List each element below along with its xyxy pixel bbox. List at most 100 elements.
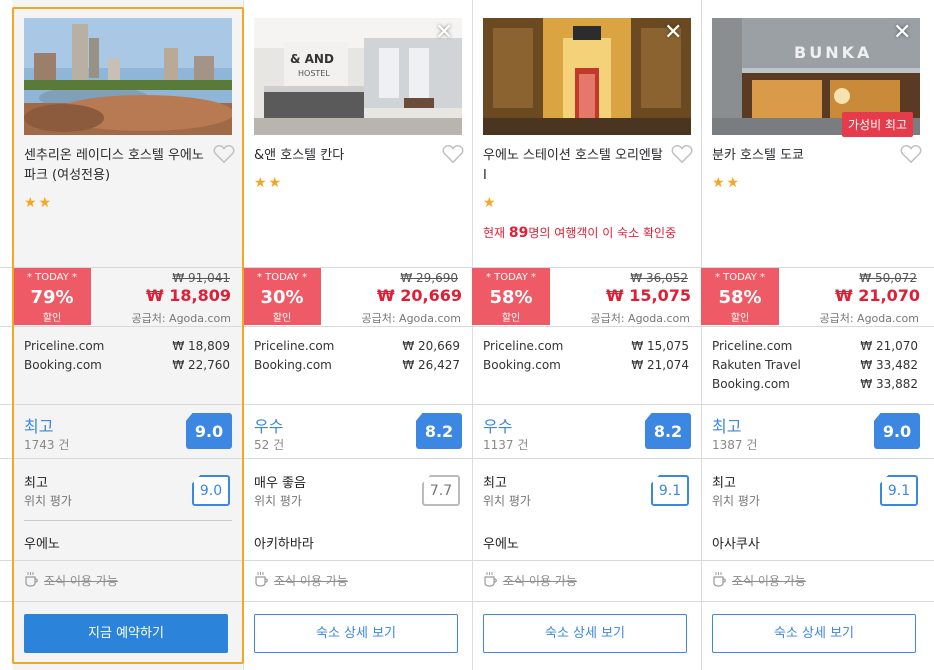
area-name: 우에노 (24, 537, 60, 552)
review-score: 9.0 (186, 413, 232, 449)
hotel-photo[interactable]: & AND HOSTEL (254, 18, 462, 135)
breakfast-available: 조식 이용 가능 (274, 574, 348, 588)
offer-site[interactable]: Priceline.com (24, 337, 104, 356)
review-count[interactable]: 1137 건 (483, 436, 528, 453)
svg-text:& AND: & AND (290, 52, 334, 66)
supplier-label: 공급처: Agoda.com (590, 312, 690, 325)
close-icon[interactable]: ✕ (664, 22, 682, 44)
discount-label: 할인 (501, 313, 521, 324)
hotel-photo[interactable] (24, 18, 232, 135)
review-rating-text: 우수 (254, 417, 284, 436)
deal-price[interactable]: ₩ 18,809 (91, 286, 231, 305)
location-rating-label: 위치 평가 (24, 494, 72, 508)
review-rating-text: 최고 (24, 417, 54, 436)
hotel-comparison-grid: 센추리온 레이디스 호스텔 우에노 파크 (여성전용) ★★ * TODAY *… (0, 0, 934, 670)
review-count[interactable]: 1743 건 (24, 436, 69, 453)
best-value-badge: 가성비 최고 (842, 112, 914, 137)
location-rating-label: 위치 평가 (712, 494, 760, 508)
breakfast-available: 조식 이용 가능 (503, 574, 577, 588)
discount-percent: 79% (30, 287, 74, 308)
deal-price[interactable]: ₩ 21,070 (780, 286, 920, 305)
row-divider (0, 404, 934, 405)
deal-badge: * TODAY * 79% 할인 (13, 268, 91, 325)
deal-badge: * TODAY * 30% 할인 (243, 268, 321, 325)
star-rating: ★★ (712, 175, 742, 191)
heart-icon[interactable] (671, 144, 693, 164)
row-divider (0, 560, 934, 561)
discount-percent: 58% (718, 287, 762, 308)
heart-icon[interactable] (900, 144, 922, 164)
book-now-button[interactable]: 지금 예약하기 (24, 614, 228, 653)
offer-site[interactable]: Priceline.com (712, 337, 792, 356)
hotel-name[interactable]: 센추리온 레이디스 호스텔 우에노 파크 (여성전용) (24, 146, 209, 186)
deal-price[interactable]: ₩ 15,075 (551, 286, 691, 305)
row-divider (0, 267, 934, 268)
deal-badge: * TODAY * 58% 할인 (701, 268, 779, 325)
heart-icon[interactable] (213, 144, 235, 164)
original-price: ₩ 29,690 (400, 271, 458, 285)
hotel-name[interactable]: 우에노 스테이션 호스텔 오리엔탈 I (483, 146, 668, 186)
deal-today-label: * TODAY * (256, 272, 308, 283)
original-price: ₩ 36,052 (630, 271, 688, 285)
hotel-name[interactable]: 분카 호스텔 도쿄 (712, 146, 897, 166)
offer-site[interactable]: Booking.com (712, 375, 790, 394)
offer-site[interactable]: Booking.com (483, 356, 561, 375)
offer-price[interactable]: ₩ 22,760 (120, 356, 230, 375)
star-rating: ★ (483, 195, 498, 211)
view-details-button[interactable]: 숙소 상세 보기 (712, 614, 916, 653)
svg-text:BUNKA: BUNKA (794, 43, 872, 62)
offer-price[interactable]: ₩ 15,075 (579, 337, 689, 356)
location-rating-text: 최고 (24, 476, 48, 491)
viewers-notice: 현재 89명의 여행객이 이 숙소 확인중 (483, 224, 683, 242)
close-icon[interactable]: ✕ (893, 22, 911, 44)
offer-site[interactable]: Rakuten Travel (712, 356, 801, 375)
viewers-count: 89 (508, 225, 529, 241)
supplier-label: 공급처: Agoda.com (131, 312, 231, 325)
location-score: 9.1 (880, 475, 918, 506)
offer-price[interactable]: ₩ 33,882 (808, 375, 918, 394)
view-details-button[interactable]: 숙소 상세 보기 (254, 614, 458, 653)
coffee-cup-icon (483, 571, 499, 587)
original-price: ₩ 91,041 (172, 271, 230, 285)
close-icon[interactable]: ✕ (435, 22, 453, 44)
offer-site[interactable]: Priceline.com (254, 337, 334, 356)
discount-percent: 58% (489, 287, 533, 308)
offer-price[interactable]: ₩ 33,482 (808, 356, 918, 375)
location-rating-text: 최고 (483, 476, 507, 491)
coffee-cup-icon (254, 571, 270, 587)
view-details-button[interactable]: 숙소 상세 보기 (483, 614, 687, 653)
deal-badge: * TODAY * 58% 할인 (472, 268, 550, 325)
heart-icon[interactable] (442, 144, 464, 164)
row-divider (0, 326, 934, 327)
offer-price[interactable]: ₩ 21,074 (579, 356, 689, 375)
offer-site[interactable]: Priceline.com (483, 337, 563, 356)
svg-text:HOSTEL: HOSTEL (298, 69, 330, 78)
hotel-name[interactable]: &앤 호스텔 칸다 (254, 146, 439, 166)
location-rating-label: 위치 평가 (254, 494, 302, 508)
location-score: 9.0 (192, 475, 230, 506)
area-name: 아키하바라 (254, 537, 314, 552)
hotel-photo[interactable] (483, 18, 691, 135)
offer-price[interactable]: ₩ 18,809 (120, 337, 230, 356)
discount-percent: 30% (260, 287, 304, 308)
supplier-label: 공급처: Agoda.com (819, 312, 919, 325)
discount-label: 할인 (42, 313, 62, 324)
location-rating-text: 매우 좋음 (254, 476, 306, 491)
star-rating: ★★ (254, 175, 284, 191)
coffee-cup-icon (712, 571, 728, 587)
review-score: 8.2 (645, 413, 691, 449)
review-count[interactable]: 52 건 (254, 436, 284, 453)
star-rating: ★★ (24, 195, 54, 211)
offer-site[interactable]: Booking.com (254, 356, 332, 375)
breakfast-available: 조식 이용 가능 (44, 574, 118, 588)
offer-site[interactable]: Booking.com (24, 356, 102, 375)
offer-price[interactable]: ₩ 26,427 (350, 356, 460, 375)
offer-price[interactable]: ₩ 20,669 (350, 337, 460, 356)
viewers-suffix: 명의 여행객이 이 숙소 확인중 (528, 226, 677, 240)
review-count[interactable]: 1387 건 (712, 436, 757, 453)
deal-price[interactable]: ₩ 20,669 (322, 286, 462, 305)
location-score: 9.1 (651, 475, 689, 506)
area-divider (24, 520, 232, 521)
supplier-label: 공급처: Agoda.com (361, 312, 461, 325)
offer-price[interactable]: ₩ 21,070 (808, 337, 918, 356)
